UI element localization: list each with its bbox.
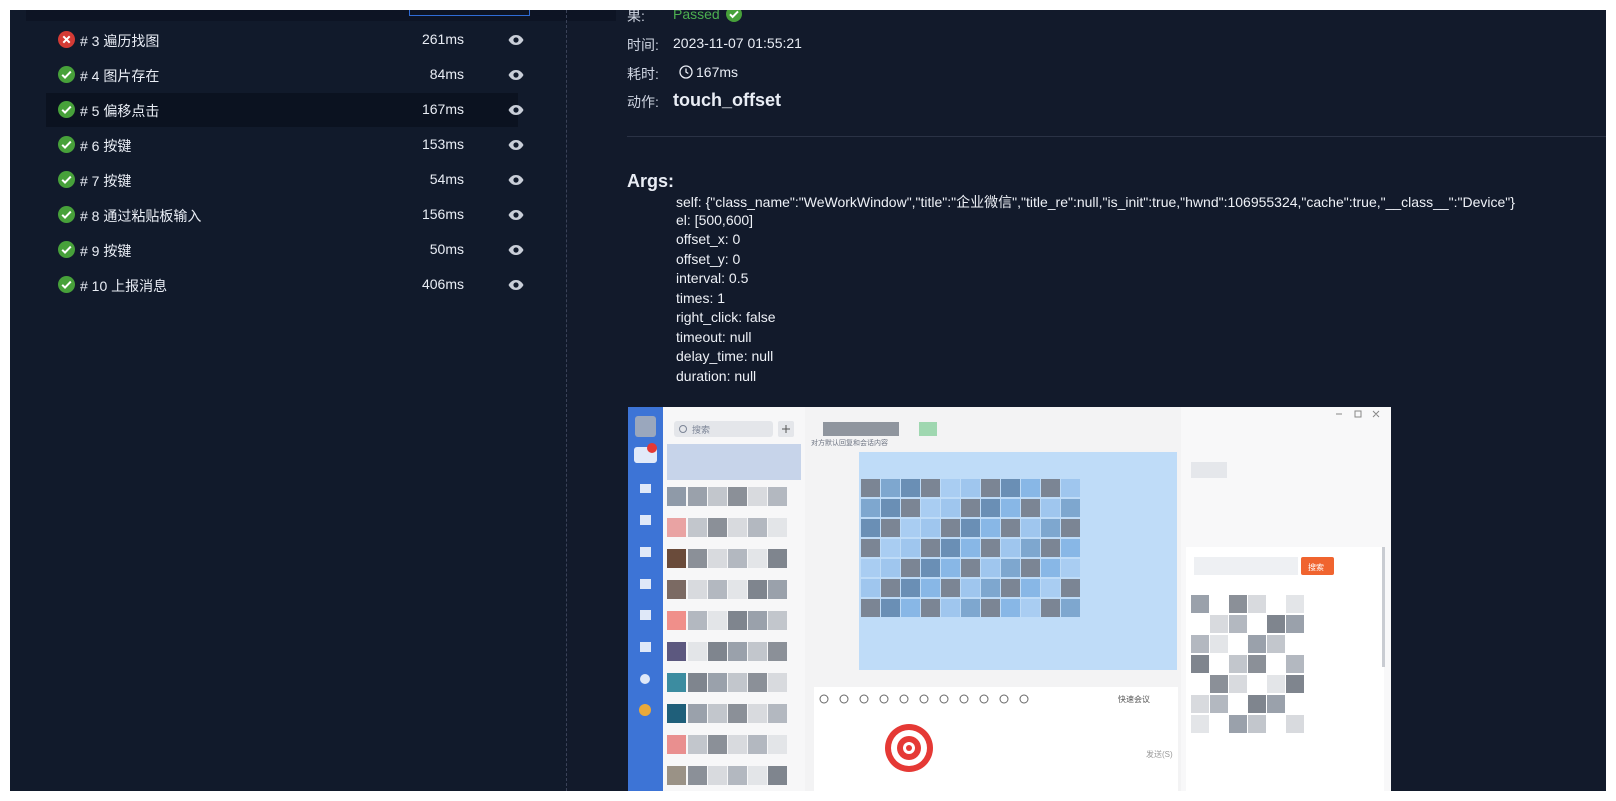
eye-icon[interactable]	[507, 241, 525, 259]
touch-target-icon	[885, 724, 933, 772]
step-duration: 84ms	[429, 66, 464, 82]
step-list-pane: # 3 遍历找图 261ms # 4 图片存在 84ms # 5 偏移点击 167ms # …	[10, 10, 616, 791]
eye-icon[interactable]	[507, 101, 525, 119]
step-label: # 6 按键	[80, 136, 131, 156]
args-heading: Args:	[627, 171, 675, 191]
step-row[interactable]: # 3 遍历找图 261ms	[46, 23, 524, 57]
step-index: # 8	[80, 208, 100, 224]
step-row[interactable]: # 4 图片存在 84ms	[46, 58, 524, 92]
step-name: 偏移点击	[103, 103, 160, 119]
step-row[interactable]: # 6 按键 153ms	[46, 128, 524, 162]
eye-icon[interactable]	[507, 136, 525, 154]
report-window: # 3 遍历找图 261ms # 4 图片存在 84ms # 5 偏移点击 167ms # …	[10, 10, 1606, 791]
step-duration: 156ms	[421, 206, 464, 222]
elapsed-value: 167ms	[673, 64, 738, 80]
arg-line: duration: null	[676, 367, 757, 384]
time-label: 时间:	[627, 37, 659, 53]
arg-line: right_click: false	[676, 309, 776, 325]
check-circle-icon	[58, 241, 75, 258]
action-value: touch_offset	[673, 90, 781, 110]
detail-separator	[627, 136, 1606, 137]
top-toolbar	[26, 10, 616, 21]
step-duration: 50ms	[429, 241, 464, 257]
step-row[interactable]: # 8 通过粘贴板输入 156ms	[46, 198, 524, 232]
screenshot-subtitle: 对方默认回复和会话内容	[811, 438, 888, 447]
clock-icon	[679, 65, 693, 79]
time-row: 时间: 2023-11-07 01:55:21	[627, 35, 802, 55]
step-duration: 261ms	[421, 31, 464, 47]
step-row[interactable]: # 5 偏移点击 167ms	[46, 93, 524, 127]
step-name: 上报消息	[111, 278, 168, 294]
action-row: 动作: touch_offset	[627, 90, 781, 112]
screenshot-image: 搜索 对方默认回复和会话内容 快速会议 发送(S) 搜索	[628, 407, 1391, 791]
step-label: # 9 按键	[80, 241, 131, 261]
step-label: # 5 偏移点击	[80, 101, 159, 121]
step-index: # 6	[80, 138, 100, 154]
step-row[interactable]: # 9 按键 50ms	[46, 233, 524, 267]
step-duration: 167ms	[421, 101, 464, 117]
screenshot-search-button: 搜索	[1308, 562, 1324, 572]
step-name: 按键	[103, 243, 132, 259]
check-circle-icon	[58, 276, 75, 293]
step-duration: 153ms	[421, 136, 464, 152]
arg-line: interval: 0.5	[676, 270, 749, 286]
step-name: 遍历找图	[103, 33, 160, 49]
step-detail-pane: 果: Passed 时间: 2023-11-07 01:55:21 耗时: 16…	[566, 10, 1606, 791]
toolbar-input[interactable]	[409, 10, 530, 16]
elapsed-label: 耗时:	[627, 66, 659, 82]
eye-icon[interactable]	[507, 171, 525, 189]
check-circle-icon	[58, 171, 75, 188]
step-index: # 10	[80, 278, 108, 294]
step-index: # 5	[80, 103, 100, 119]
screenshot-quick-meeting: 快速会议	[1118, 694, 1150, 704]
step-name: 按键	[103, 173, 132, 189]
passed-text: Passed	[673, 10, 720, 22]
check-circle-icon	[58, 101, 75, 118]
arg-line: offset_x: 0	[676, 231, 741, 247]
step-index: # 7	[80, 173, 100, 189]
check-circle-icon	[58, 136, 75, 153]
arg-line: times: 1	[676, 289, 726, 306]
check-circle-icon	[58, 206, 75, 223]
result-label: 果:	[627, 10, 645, 24]
step-duration: 54ms	[429, 171, 464, 187]
step-index: # 4	[80, 68, 100, 84]
check-circle-icon	[58, 66, 75, 83]
error-circle-icon	[58, 31, 75, 48]
step-duration: 406ms	[421, 276, 464, 292]
action-label: 动作:	[627, 94, 659, 110]
elapsed-row: 耗时: 167ms	[627, 64, 738, 84]
eye-icon[interactable]	[507, 276, 525, 294]
time-value: 2023-11-07 01:55:21	[673, 35, 802, 51]
screenshot-search-placeholder: 搜索	[692, 424, 710, 435]
step-row[interactable]: # 7 按键 54ms	[46, 163, 524, 197]
elapsed-text: 167ms	[696, 64, 739, 80]
step-label: # 3 遍历找图	[80, 31, 159, 51]
step-index: # 3	[80, 33, 100, 49]
step-label: # 4 图片存在	[80, 66, 159, 86]
screenshot-send-hint: 发送(S)	[1146, 749, 1173, 759]
eye-icon[interactable]	[507, 206, 525, 224]
arg-line: el: [500,600]	[676, 211, 754, 228]
result-row: 果: Passed	[627, 10, 742, 26]
arg-line: offset_y: 0	[676, 250, 741, 267]
step-screenshot[interactable]: 搜索 对方默认回复和会话内容 快速会议 发送(S) 搜索	[628, 407, 1391, 791]
step-name: 按键	[103, 138, 132, 154]
arg-line: self: {"class_name":"WeWorkWindow","titl…	[676, 194, 1515, 210]
check-circle-icon	[725, 10, 742, 22]
step-row[interactable]: # 10 上报消息 406ms	[46, 268, 524, 302]
step-index: # 9	[80, 243, 100, 259]
result-value: Passed	[673, 10, 742, 22]
arg-line: delay_time: null	[676, 348, 774, 364]
arg-line: timeout: null	[676, 328, 752, 345]
step-label: # 8 通过粘贴板输入	[80, 206, 201, 226]
step-label: # 10 上报消息	[80, 276, 167, 296]
eye-icon[interactable]	[507, 66, 525, 84]
eye-icon[interactable]	[507, 31, 525, 49]
step-name: 图片存在	[103, 68, 160, 84]
step-label: # 7 按键	[80, 171, 131, 191]
step-name: 通过粘贴板输入	[103, 208, 202, 224]
